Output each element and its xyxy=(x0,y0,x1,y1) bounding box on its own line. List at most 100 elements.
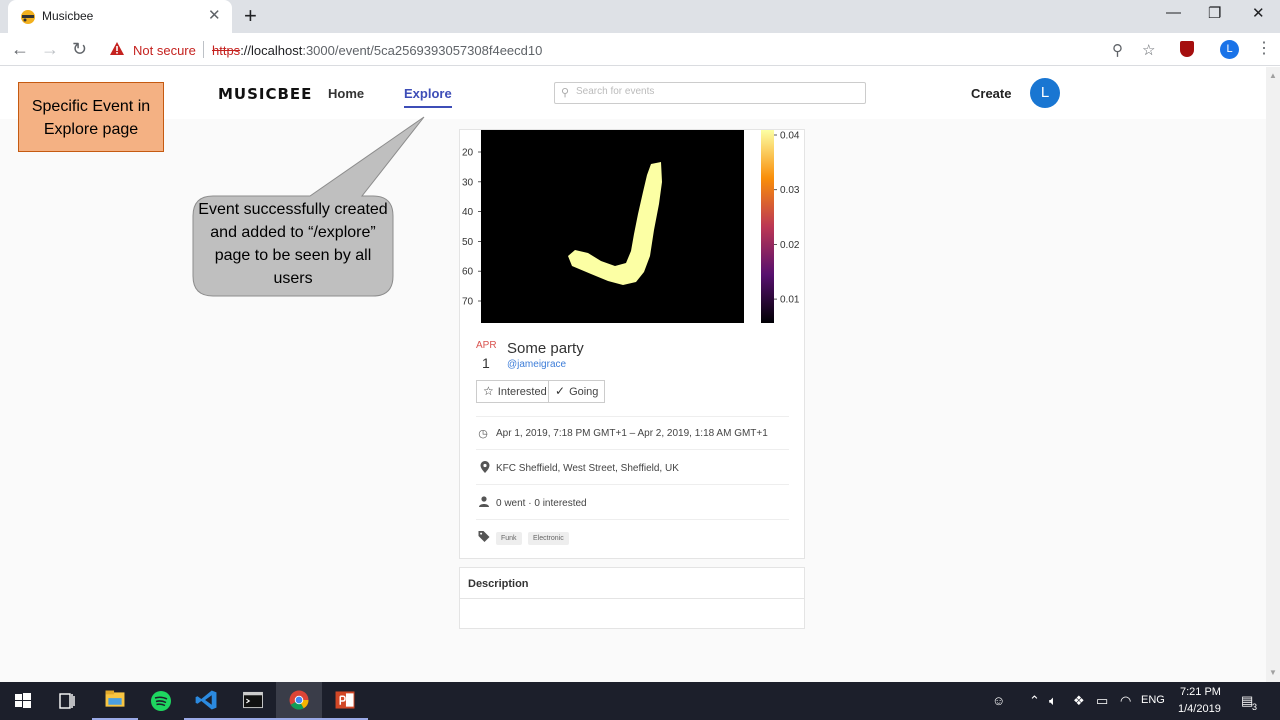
page-scrollbar[interactable]: ▲ ▼ xyxy=(1266,67,1280,682)
nav-home[interactable]: Home xyxy=(328,86,364,101)
vscode-icon[interactable] xyxy=(184,682,230,720)
security-label[interactable]: Not secure xyxy=(133,43,196,58)
show-hidden-icons[interactable]: ⌃ xyxy=(1029,693,1040,709)
event-host-link[interactable]: @jameigrace xyxy=(507,359,566,370)
divider xyxy=(476,519,789,520)
annotation-speech-text: Event successfully created and added to … xyxy=(198,201,388,287)
search-input[interactable] xyxy=(576,86,856,97)
y-tick-label: 70 xyxy=(462,297,474,308)
event-location: KFC Sheffield, West Street, Sheffield, U… xyxy=(496,463,679,474)
url-text[interactable]: https://localhost:3000/event/5ca25693930… xyxy=(212,43,542,58)
nav-create[interactable]: Create xyxy=(971,86,1011,101)
going-button[interactable]: ✓ Going xyxy=(548,380,606,403)
omnibox-separator xyxy=(203,41,204,58)
interested-button[interactable]: ☆ Interested xyxy=(476,380,554,403)
browser-tab[interactable]: Musicbee ✕ xyxy=(8,0,232,33)
taskbar-date[interactable]: 1/4/2019 xyxy=(1178,703,1221,715)
spotify-icon[interactable] xyxy=(138,682,184,720)
colorbar xyxy=(761,130,774,323)
zoom-icon[interactable]: ⚲ xyxy=(1112,41,1123,59)
forward-arrow-icon[interactable]: → xyxy=(41,39,59,60)
scroll-up-icon[interactable]: ▲ xyxy=(1269,71,1277,80)
minimize-icon[interactable]: — xyxy=(1166,4,1181,21)
volume-icon[interactable]: 🔈︎ xyxy=(1049,693,1057,709)
event-search[interactable]: ⚲ xyxy=(554,82,866,104)
y-tick-label: 50 xyxy=(462,237,474,248)
browser-profile-avatar[interactable]: L xyxy=(1220,40,1239,59)
description-header: Description xyxy=(460,568,804,599)
description-card: Description xyxy=(459,567,805,629)
going-label: Going xyxy=(569,386,599,398)
wifi-icon[interactable]: ◠ xyxy=(1120,693,1131,709)
site-brand[interactable]: MUSICBEE xyxy=(218,85,312,103)
colorbar-tick-label: 0.03 xyxy=(780,185,800,196)
tag-electronic[interactable]: Electronic xyxy=(528,532,569,545)
tab-close-icon[interactable]: ✕ xyxy=(208,6,221,24)
event-card: 20 30 40 50 60 70 0.04 0.03 0.02 0.01 APR 1 Some… xyxy=(459,129,805,559)
check-icon: ✓ xyxy=(555,384,566,398)
y-tick-label: 20 xyxy=(462,148,474,159)
reload-icon[interactable]: ↻ xyxy=(72,39,87,60)
windows-start-icon[interactable] xyxy=(0,682,46,720)
battery-icon[interactable]: ▭ xyxy=(1096,693,1108,709)
url-scheme: https xyxy=(212,43,241,58)
tag-funk[interactable]: Funk xyxy=(496,532,522,545)
restore-icon[interactable]: ❐ xyxy=(1208,4,1221,22)
nav-explore[interactable]: Explore xyxy=(404,86,452,108)
people-icon[interactable]: ☺ xyxy=(992,693,1005,708)
terminal-icon[interactable] xyxy=(230,682,276,720)
divider xyxy=(476,484,789,485)
image-canvas xyxy=(481,130,744,323)
input-language[interactable]: ENG xyxy=(1141,694,1165,706)
address-bar[interactable]: Not secure https://localhost:3000/event/… xyxy=(100,36,1155,63)
ublock-extension-icon[interactable] xyxy=(1180,41,1194,57)
browser-menu-icon[interactable]: ⋮ xyxy=(1256,38,1272,58)
notification-count: 3 xyxy=(1252,702,1258,712)
bookmark-star-icon[interactable]: ☆ xyxy=(1142,41,1155,59)
dropbox-icon[interactable]: ❖ xyxy=(1073,693,1085,709)
tag-icon xyxy=(478,531,490,542)
event-time: Apr 1, 2019, 7:18 PM GMT+1 – Apr 2, 2019… xyxy=(496,428,768,439)
file-explorer-icon[interactable] xyxy=(92,682,138,720)
new-tab-icon[interactable]: + xyxy=(244,3,257,29)
search-icon: ⚲ xyxy=(561,87,570,99)
event-day: 1 xyxy=(482,355,490,371)
y-tick-label: 60 xyxy=(462,267,474,278)
url-path: :3000/event/5ca2569393057308f4eecd10 xyxy=(302,43,543,58)
event-attendance: 0 went · 0 interested xyxy=(496,498,587,509)
powerpoint-icon[interactable] xyxy=(322,682,368,720)
y-axis-ticks: 20 30 40 50 60 70 xyxy=(462,148,481,308)
colorbar-tick-label: 0.04 xyxy=(780,131,800,142)
event-image: 20 30 40 50 60 70 0.04 0.03 0.02 0.01 xyxy=(462,130,800,323)
scroll-down-icon[interactable]: ▼ xyxy=(1269,668,1277,677)
annotation-box: Specific Event in Explore page xyxy=(18,82,164,152)
interested-label: Interested xyxy=(497,386,547,398)
colorbar-tick-label: 0.02 xyxy=(780,240,800,251)
windows-taskbar: ☺ ⌃ 🔈︎ ❖ ▭ ◠ ENG 7:21 PM 1/4/2019 ▤ 3 xyxy=(0,682,1280,720)
description-label: Description xyxy=(468,578,529,590)
divider xyxy=(476,416,789,417)
colorbar-ticks: 0.04 0.03 0.02 0.01 xyxy=(774,131,800,306)
url-host: ://localhost xyxy=(240,43,303,58)
window-close-icon[interactable]: ✕ xyxy=(1252,4,1265,22)
musicbee-favicon-icon xyxy=(21,10,35,24)
chrome-icon[interactable] xyxy=(276,682,322,720)
clock-icon: ◷ xyxy=(478,428,488,440)
event-title: Some party xyxy=(507,340,584,357)
tab-title: Musicbee xyxy=(42,9,94,23)
map-pin-icon xyxy=(480,461,490,473)
star-icon: ☆ xyxy=(483,384,494,398)
browser-tabstrip: Musicbee ✕ + — ❐ ✕ xyxy=(0,0,1280,33)
person-icon xyxy=(479,496,489,507)
y-tick-label: 40 xyxy=(462,207,474,218)
event-month: APR xyxy=(476,340,497,351)
page-content: MUSICBEE Home Explore ⚲ Create L Specifi… xyxy=(0,67,1266,682)
divider xyxy=(476,449,789,450)
user-avatar[interactable]: L xyxy=(1030,78,1060,108)
y-tick-label: 30 xyxy=(462,177,474,188)
back-arrow-icon[interactable]: ← xyxy=(11,39,29,60)
taskbar-time[interactable]: 7:21 PM xyxy=(1180,686,1221,698)
colorbar-tick-label: 0.01 xyxy=(780,295,800,306)
task-view-icon[interactable] xyxy=(44,682,90,720)
site-header: MUSICBEE Home Explore ⚲ Create L xyxy=(0,67,1266,119)
